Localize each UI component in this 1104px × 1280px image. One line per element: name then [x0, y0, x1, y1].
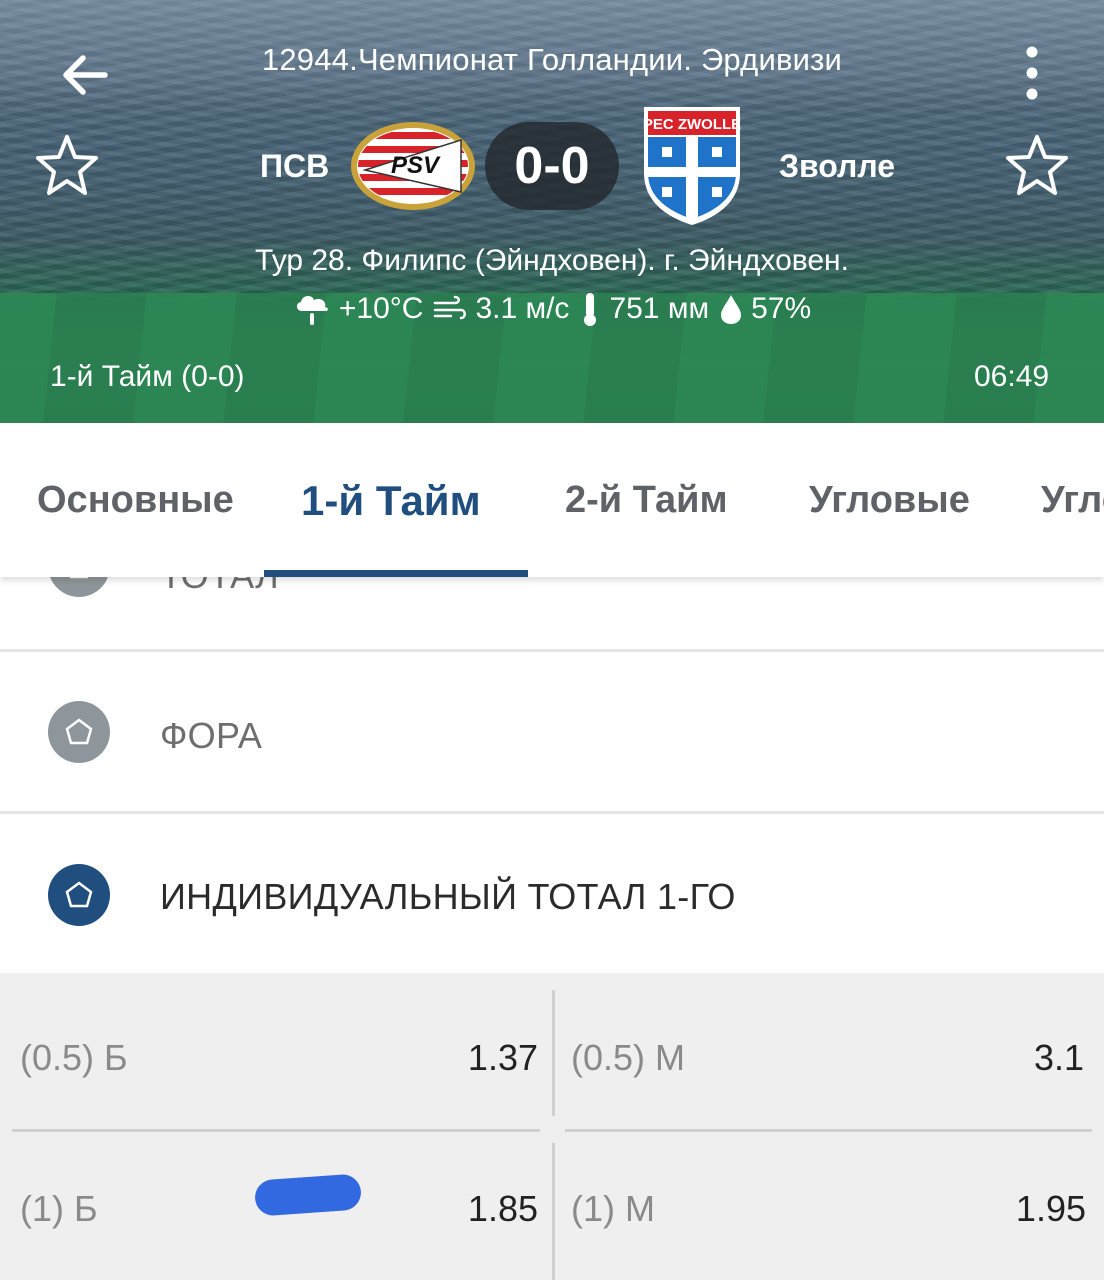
thermometer-icon	[584, 293, 597, 326]
pressure-value: 751 мм	[609, 292, 710, 325]
venue-info: Тур 28. Филипс (Эйндховен). г. Эйндховен…	[255, 244, 849, 277]
home-team-name: ПСВ	[260, 148, 330, 184]
market-handicap[interactable]: ФОРА	[0, 652, 1104, 812]
odd-value: 1.95	[1015, 1188, 1086, 1229]
away-team-name: Зволле	[779, 148, 896, 184]
match-header: 12944.Чемпионат Голландии. Эрдивизи ПСВ …	[0, 0, 1104, 423]
star-outline-icon	[1006, 135, 1068, 195]
odd-value: 1.85	[467, 1188, 538, 1229]
cloud-rain-icon	[296, 296, 328, 325]
drop-icon	[721, 295, 742, 324]
wind-icon	[434, 295, 467, 320]
odd-label: (1) Б	[20, 1188, 98, 1229]
favorite-home-button[interactable]	[34, 132, 100, 198]
tab-second-half[interactable]: 2-й Тайм	[565, 479, 728, 522]
row-divider	[12, 1129, 540, 1132]
more-vert-icon	[1026, 46, 1038, 100]
odd-under-0-5[interactable]: (0.5) М 3.1	[555, 979, 1104, 1129]
tab-main[interactable]: Основные	[37, 479, 234, 522]
market-label: ФОРА	[160, 715, 263, 756]
weather-temperature: +10°C	[293, 291, 424, 327]
tab-first-half[interactable]: 1-й Тайм	[301, 477, 481, 525]
psv-logo: PSV	[351, 122, 475, 210]
psv-logo-text: PSV	[391, 152, 441, 179]
market-individual-total[interactable]: ИНДИВИДУАЛЬНЫЙ ТОТАЛ 1-ГО	[0, 814, 1104, 973]
weather-pressure: 751 мм	[579, 291, 709, 327]
odd-value: 1.37	[467, 1037, 538, 1078]
market-label: ИНДИВИДУАЛЬНЫЙ ТОТАЛ 1-ГО	[160, 876, 736, 917]
odd-label: (0.5) Б	[20, 1037, 128, 1078]
odd-under-1[interactable]: (1) М 1.95	[555, 1133, 1104, 1280]
star-outline-icon	[36, 135, 98, 195]
tab-bar: Основные 1-й Тайм 2-й Тайм Угловые Угло	[0, 423, 1104, 577]
active-tab-indicator	[264, 570, 528, 577]
match-score: 0-0	[485, 122, 619, 210]
column-divider	[552, 1143, 555, 1280]
column-divider	[552, 990, 555, 1116]
tab-corners[interactable]: Угловые	[809, 479, 970, 522]
tab-corners-more[interactable]: Угло	[1041, 479, 1104, 522]
weather-bar: +10°C 3.1 м/с 751 мм 57%	[0, 291, 1104, 327]
pec-zwolle-logo: PEC ZWOLLE	[643, 107, 741, 225]
wind-value: 3.1 м/с	[475, 292, 570, 325]
odd-label: (0.5) М	[571, 1037, 686, 1078]
match-period: 1-й Тайм (0-0)	[50, 360, 245, 393]
zwolle-logo-text: PEC ZWOLLE	[643, 116, 741, 133]
more-menu-button[interactable]	[1012, 42, 1052, 108]
soccer-ball-icon	[48, 864, 110, 926]
odd-over-0-5[interactable]: (0.5) Б 1.37	[0, 979, 552, 1129]
odd-value: 3.1	[1033, 1037, 1084, 1078]
weather-wind: 3.1 м/с	[433, 292, 569, 326]
highlight-mark	[253, 1173, 363, 1217]
row-divider	[565, 1129, 1092, 1132]
odds-grid: (0.5) Б 1.37 (0.5) М 3.1 (1) Б 1.85 (1) …	[0, 973, 1104, 1280]
favorite-away-button[interactable]	[1004, 132, 1070, 198]
temperature-value: +10°C	[338, 292, 424, 325]
weather-humidity: 57%	[719, 292, 811, 326]
humidity-value: 57%	[751, 292, 812, 325]
soccer-ball-icon	[48, 701, 110, 763]
league-title: 12944.Чемпионат Голландии. Эрдивизи	[261, 42, 843, 77]
match-clock: 06:49	[974, 360, 1050, 393]
odd-label: (1) М	[571, 1188, 655, 1229]
